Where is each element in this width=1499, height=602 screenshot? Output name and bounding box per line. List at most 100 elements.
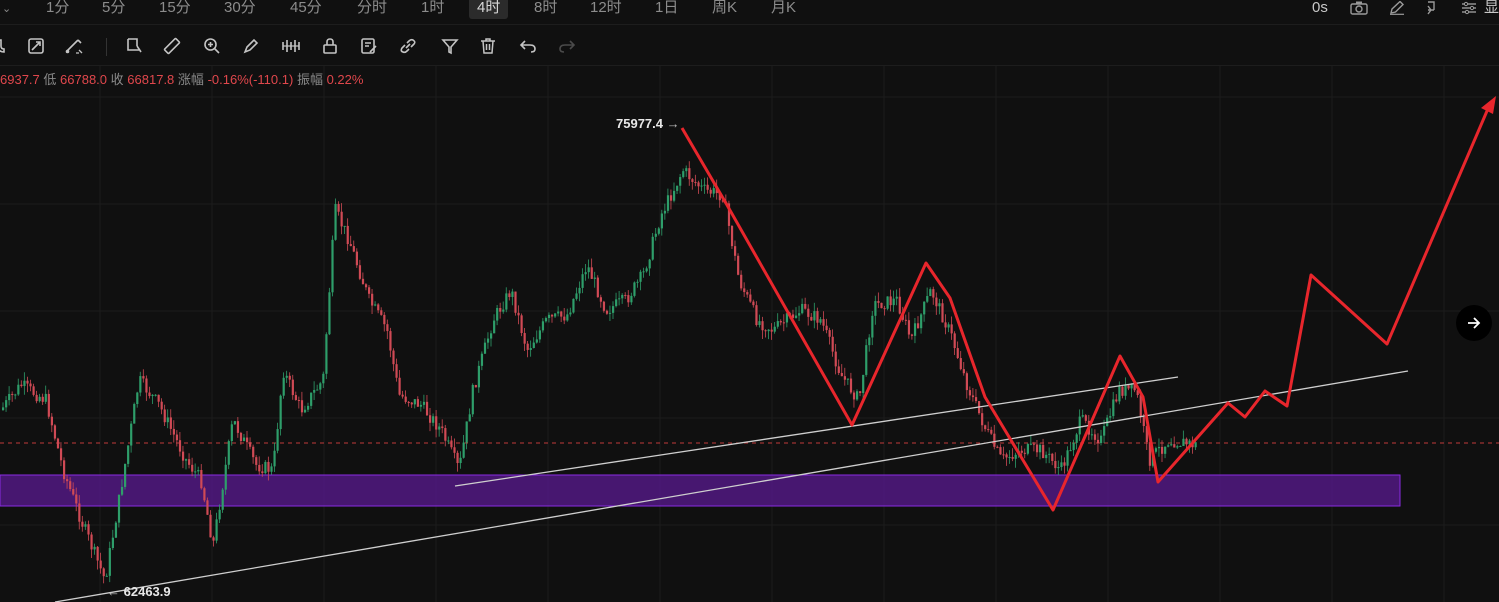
candle-body xyxy=(395,364,398,378)
tab-1m[interactable]: 1分 xyxy=(38,0,77,19)
filter-icon[interactable] xyxy=(440,36,460,56)
tab-30m[interactable]: 30分 xyxy=(216,0,264,19)
candle-body xyxy=(17,384,20,395)
candle-body xyxy=(700,185,703,187)
zoom-icon[interactable] xyxy=(202,36,222,56)
candle-body xyxy=(517,312,520,316)
redo-icon[interactable] xyxy=(557,36,577,56)
candle-body xyxy=(483,342,487,354)
toolbar-divider xyxy=(106,38,107,56)
candle-body xyxy=(334,204,337,240)
candle-body xyxy=(547,314,551,319)
candle-body xyxy=(819,319,822,323)
candle-body xyxy=(209,514,212,538)
drawing-icon[interactable] xyxy=(64,36,84,56)
display-label[interactable]: 显 xyxy=(1484,0,1499,19)
lock-icon[interactable] xyxy=(320,36,340,56)
candle-body xyxy=(1100,435,1103,444)
candle-body xyxy=(50,416,53,426)
tab-45m[interactable]: 45分 xyxy=(282,0,330,19)
tab-12h[interactable]: 12时 xyxy=(582,0,630,19)
candle-body xyxy=(111,537,114,549)
candle-body xyxy=(435,416,438,430)
delete-icon[interactable] xyxy=(478,36,498,56)
undo-icon[interactable] xyxy=(518,36,538,56)
tab-5m[interactable]: 5分 xyxy=(94,0,133,19)
candle-body xyxy=(203,488,206,501)
candle-body xyxy=(255,457,258,465)
edit-icon[interactable] xyxy=(1388,1,1406,15)
candle-body xyxy=(172,428,175,435)
chevron-down-icon[interactable]: ⌄ xyxy=(2,2,11,15)
candle-body xyxy=(331,239,334,293)
candle-body xyxy=(865,345,868,375)
candle-body xyxy=(490,333,493,339)
candle-body xyxy=(1023,452,1026,454)
candle-body xyxy=(221,489,224,510)
template-icon[interactable] xyxy=(359,36,379,56)
pattern-icon[interactable] xyxy=(281,36,301,56)
ruler-icon[interactable] xyxy=(162,36,182,56)
camera-icon[interactable] xyxy=(1350,1,1368,15)
candle-body xyxy=(1173,444,1176,448)
candle-body xyxy=(883,308,886,310)
candle-body xyxy=(529,348,532,350)
candle-body xyxy=(1115,399,1118,402)
candle-body xyxy=(72,489,75,495)
candle-body xyxy=(145,378,148,393)
tab-timeshare[interactable]: 分时 xyxy=(349,0,395,19)
candle-body xyxy=(502,309,505,312)
candle-body xyxy=(959,358,962,370)
candle-body xyxy=(224,464,227,490)
candle-body xyxy=(441,426,444,429)
candle-body xyxy=(316,389,319,391)
candle-body xyxy=(544,318,548,322)
candle-body xyxy=(605,310,609,314)
candle-body xyxy=(163,409,166,423)
tab-monthly[interactable]: 月K xyxy=(763,0,804,19)
candle-body xyxy=(310,392,313,406)
candle-body xyxy=(968,390,972,396)
candle-body xyxy=(188,459,191,465)
candle-body xyxy=(685,168,688,172)
magnet-icon[interactable] xyxy=(0,36,12,56)
settings-icon[interactable] xyxy=(1460,1,1478,15)
candle-body xyxy=(303,409,307,413)
candle-body xyxy=(581,274,584,288)
candle-body xyxy=(837,366,840,373)
candle-body xyxy=(761,321,764,331)
candle-body xyxy=(1118,386,1121,402)
candle-body xyxy=(130,423,133,446)
link-icon[interactable] xyxy=(398,36,418,56)
exit-fullscreen-icon[interactable] xyxy=(1424,1,1442,15)
candle-body xyxy=(325,334,328,374)
candle-body xyxy=(1194,442,1197,448)
timeframe-bar: ⌄ 1分 5分 15分 30分 45分 分时 1时 4时 8时 12时 1日 周… xyxy=(0,0,1499,22)
candle-body xyxy=(340,211,343,227)
candle-body xyxy=(471,384,474,415)
candle-body xyxy=(157,394,160,402)
candle-body xyxy=(926,296,929,302)
candle-body xyxy=(633,282,636,296)
candle-body xyxy=(514,291,517,313)
tab-15m[interactable]: 15分 xyxy=(151,0,199,19)
tab-8h[interactable]: 8时 xyxy=(526,0,565,19)
tab-1h[interactable]: 1时 xyxy=(413,0,452,19)
tab-1d[interactable]: 1日 xyxy=(647,0,686,19)
candle-body xyxy=(743,288,746,293)
candle-body xyxy=(563,316,566,321)
indicator-icon[interactable] xyxy=(26,36,46,56)
tab-4h[interactable]: 4时 xyxy=(469,0,509,19)
brush-icon[interactable] xyxy=(241,36,261,56)
tab-weekly[interactable]: 周K xyxy=(704,0,745,19)
candle-body xyxy=(657,228,660,234)
candle-body xyxy=(480,353,484,366)
scroll-right-button[interactable] xyxy=(1456,305,1492,341)
candle-body xyxy=(108,548,111,576)
candle-body xyxy=(889,296,892,306)
select-icon[interactable] xyxy=(124,36,144,56)
candle-body xyxy=(14,394,17,396)
projection-arrowhead xyxy=(1481,96,1496,114)
price-chart[interactable] xyxy=(0,66,1499,602)
candle-body xyxy=(856,391,859,400)
